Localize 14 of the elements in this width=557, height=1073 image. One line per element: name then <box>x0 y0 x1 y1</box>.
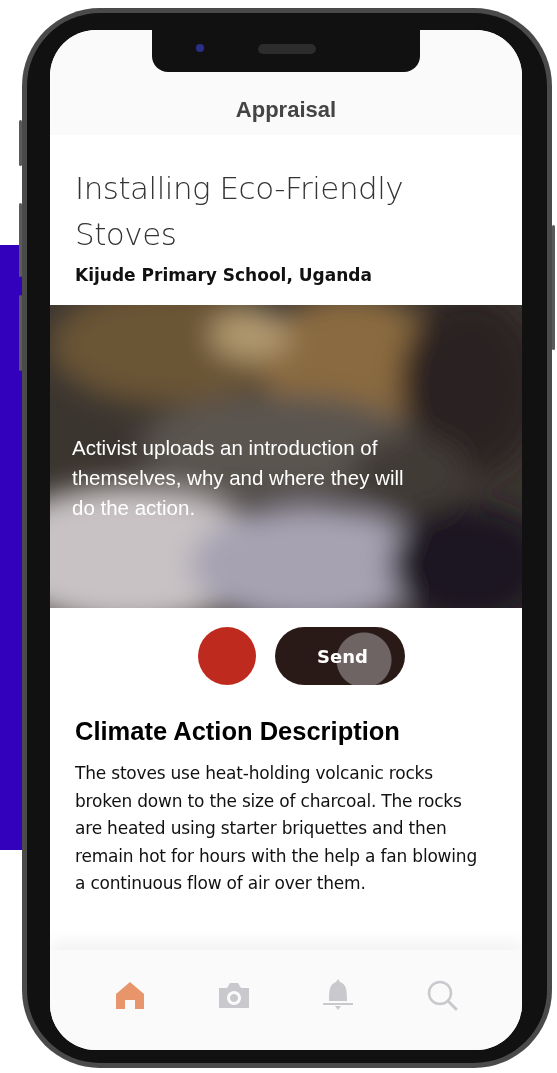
speaker-grille <box>258 44 316 54</box>
record-button[interactable] <box>197 627 256 685</box>
project-title: Installing Eco-Friendly Stoves <box>75 169 405 254</box>
video-caption: Activist uploads an introduction of themselves, why and where they will do the action. <box>72 435 405 521</box>
send-button[interactable]: Send <box>274 627 405 685</box>
project-location: Kijude Primary School, Uganda <box>75 265 373 285</box>
home-icon[interactable] <box>113 980 147 1010</box>
camera-lens <box>196 44 204 52</box>
search-icon[interactable] <box>425 978 459 1012</box>
camera-icon[interactable] <box>217 980 251 1010</box>
section-heading: Climate Action Description <box>74 716 401 746</box>
description-text: The stoves use heat-holding volcanic rocks broken down to the size of charcoal. The rocks are heated using starter briquettes and then remain hot for hours with the help a fan blowing a continuous flow of air over them. <box>75 762 478 895</box>
bell-icon[interactable] <box>321 978 355 1012</box>
screen-title: Appraisal <box>235 97 337 123</box>
